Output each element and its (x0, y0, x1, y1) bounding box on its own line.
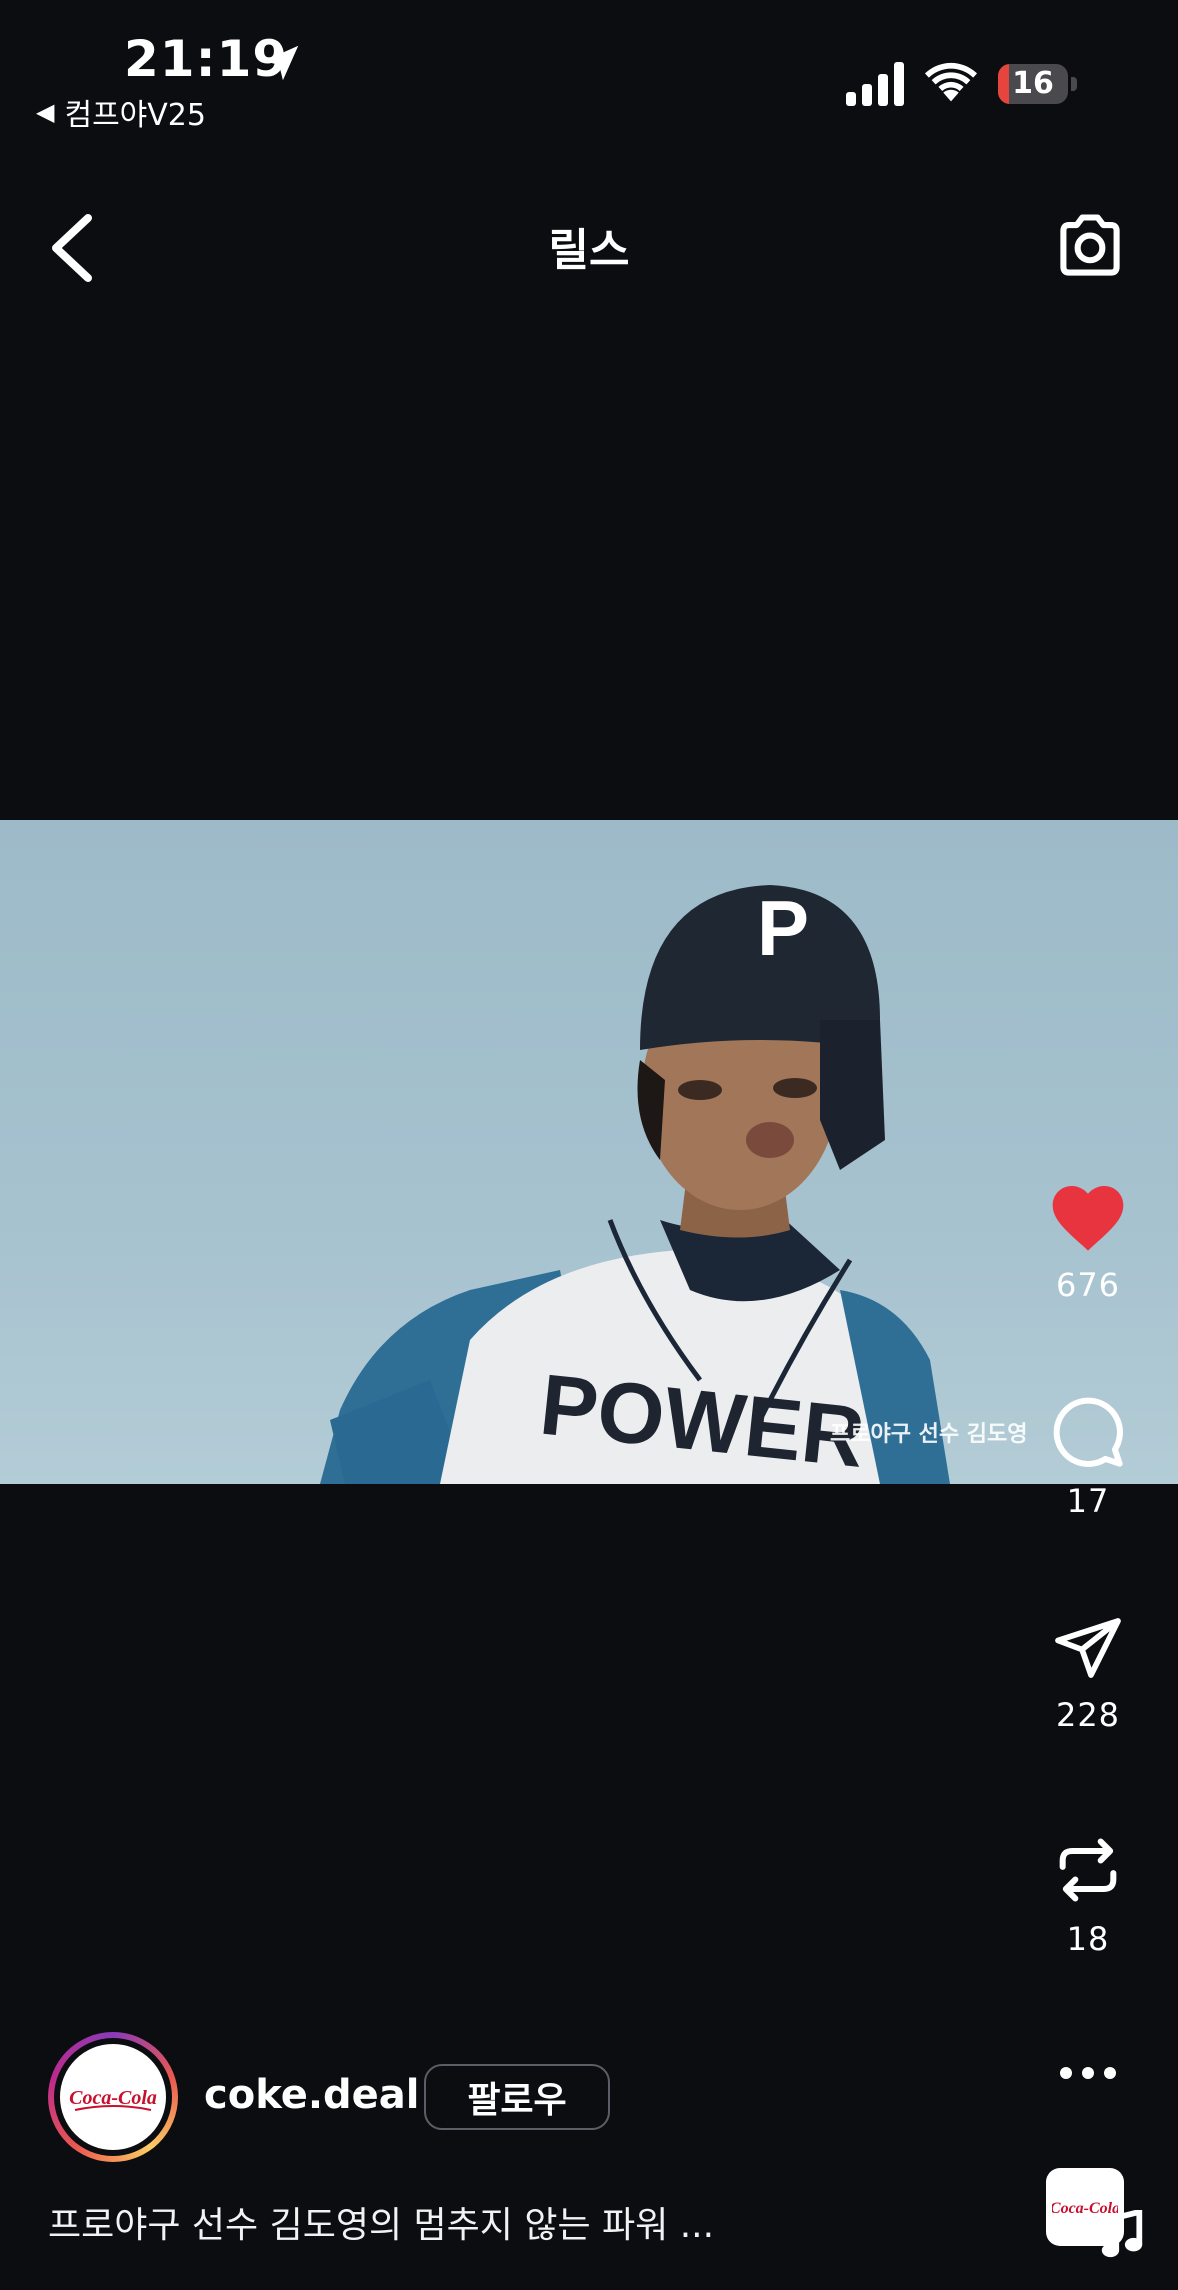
heart-icon (1052, 1186, 1124, 1251)
back-to-app-link[interactable]: ◀ 컴프야V25 (36, 90, 206, 134)
cellular-signal-icon (846, 62, 904, 106)
battery-indicator: 16 (998, 64, 1078, 104)
location-arrow-icon (263, 45, 299, 81)
video-frame-image: P POWER (320, 884, 950, 1484)
repost-icon (1059, 1838, 1117, 1902)
reel-video[interactable]: P POWER (0, 820, 1178, 1484)
page-title: 릴스 (548, 225, 630, 276)
back-app-label: 컴프야V25 (64, 98, 206, 133)
post-caption[interactable]: 프로야구 선수 김도영의 멈추지 않는 파워 ... (48, 2196, 714, 2248)
wifi-icon (924, 62, 978, 102)
helmet-letter: P (757, 884, 809, 972)
battery-level: 16 (1012, 66, 1054, 101)
more-horizontal-icon (1060, 2067, 1116, 2079)
comment-button[interactable]: 17 (1040, 1394, 1136, 1520)
back-triangle-icon: ◀ (36, 98, 55, 126)
share-count: 228 (1055, 1696, 1121, 1734)
comment-icon (1053, 1397, 1123, 1467)
repost-button[interactable]: 18 (1040, 1832, 1136, 1958)
camera-icon[interactable] (1052, 208, 1128, 284)
follow-button[interactable]: 팔로우 (424, 2064, 610, 2130)
username-link[interactable]: coke.deal (204, 2072, 420, 2118)
like-button[interactable]: 676 (1040, 1180, 1136, 1304)
more-options-button[interactable] (1040, 2060, 1136, 2086)
repost-count: 18 (1066, 1920, 1110, 1958)
send-icon (1055, 1618, 1121, 1678)
video-watermark: 프로야구 선수 김도영 (830, 1422, 1028, 1447)
coca-cola-logo: Coca-Cola (69, 2087, 157, 2111)
like-count: 676 (1055, 1266, 1121, 1304)
profile-avatar[interactable]: Coca-Cola (48, 2032, 178, 2162)
share-button[interactable]: 228 (1040, 1612, 1136, 1734)
music-note-icon (1101, 2210, 1143, 2258)
comment-count: 17 (1066, 1482, 1110, 1520)
